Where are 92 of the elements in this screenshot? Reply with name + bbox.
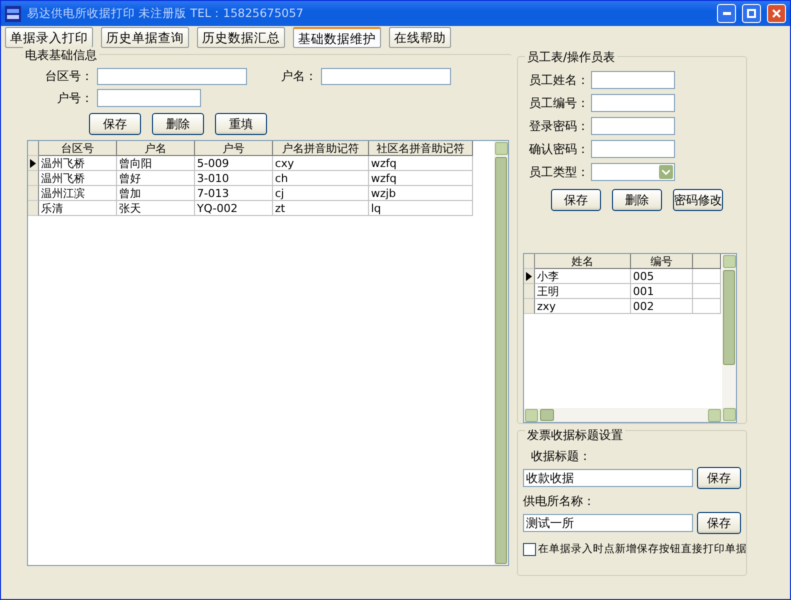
tab[interactable]: 单据录入打印 [5,27,93,48]
input-field[interactable] [591,140,675,158]
table-cell: 002 [631,299,693,314]
table-cell: wzjb [369,186,473,201]
column-header[interactable]: 台区号 [39,141,117,156]
table-cell: 温州飞桥 [39,171,117,186]
table-cell: 温州飞桥 [39,156,117,171]
table-cell [693,299,721,314]
input-field[interactable] [591,94,675,112]
action-button[interactable]: 保存 [89,113,141,135]
close-icon [772,9,781,18]
table-cell: YQ-002 [195,201,273,216]
input-field[interactable]: 测试一所 [523,514,693,532]
table-cell: lq [369,201,473,216]
tab[interactable]: 历史单据查询 [101,27,189,48]
checkbox-label: 在单据录入时点新增保存按钮直接打印单据 [538,542,747,556]
header-corner [28,141,39,156]
row-indicator[interactable] [28,156,39,171]
tab[interactable]: 历史数据汇总 [197,27,285,48]
table-cell: 5-009 [195,156,273,171]
field-label: 登录密码： [529,118,590,134]
table-cell: 温州江滨 [39,186,117,201]
table-cell: 3-010 [195,171,273,186]
tab[interactable]: 在线帮助 [389,27,451,48]
table-cell: 小李 [535,269,631,284]
column-header[interactable]: 编号 [631,254,693,269]
field-label: 员工姓名： [529,72,590,88]
tab[interactable]: 基础数据维护 [293,27,381,48]
row-indicator[interactable] [524,269,535,284]
table-cell: 曾向阳 [117,156,195,171]
column-header[interactable]: 社区名拼音助记符 [369,141,473,156]
column-header[interactable] [693,254,721,269]
field-label: 确认密码： [529,140,590,158]
action-button[interactable]: 保存 [697,512,741,534]
group-title: 电表基础信息 [23,47,99,64]
field-label: 员工编号： [529,94,590,112]
input-field[interactable] [591,71,675,89]
input-field[interactable] [591,117,675,135]
table-cell: wzfq [369,156,473,171]
column-header[interactable]: 户号 [195,141,273,156]
field-label: 户号： [57,90,93,106]
column-header[interactable]: 户名 [117,141,195,156]
vertical-scrollbar[interactable] [494,141,508,565]
input-field[interactable]: 收款收据 [523,469,693,487]
table-cell [693,284,721,299]
action-button[interactable]: 保存 [697,467,741,489]
table-cell: 乐清 [39,201,117,216]
table-cell: ch [273,171,369,186]
table-cell: 张天 [117,201,195,216]
table-cell: wzfq [369,171,473,186]
vertical-scrollbar[interactable] [722,254,736,422]
window-title: 易达供电所收据打印 未注册版 TEL：15825675057 [27,6,304,21]
input-field[interactable] [321,68,451,85]
field-label: 户名： [281,68,317,85]
table-cell: cxy [273,156,369,171]
column-header[interactable]: 户名拼音助记符 [273,141,369,156]
maximize-button[interactable] [742,4,761,23]
table-cell: 曾加 [117,186,195,201]
horizontal-scrollbar[interactable] [524,408,722,422]
group-title: 员工表/操作员表 [525,49,618,66]
app-icon [5,6,21,22]
dropdown-field[interactable] [591,163,675,181]
group-title: 发票收据标题设置 [525,427,625,444]
header-corner [524,254,535,269]
field-label: 收据标题： [531,448,592,465]
table-cell: 7-013 [195,186,273,201]
table-cell: 001 [631,284,693,299]
table-cell: zt [273,201,369,216]
table-cell [693,269,721,284]
maximize-icon [747,9,756,18]
table-cell: 005 [631,269,693,284]
field-label: 台区号： [45,68,93,85]
input-field[interactable] [97,89,201,107]
action-button[interactable]: 重填 [215,113,267,135]
minimize-icon [722,12,730,15]
field-label: 供电所名称： [523,493,596,510]
current-row-icon [526,272,532,280]
action-button[interactable]: 保存 [551,189,601,211]
current-row-icon [30,158,36,168]
action-button[interactable]: 删除 [152,113,204,135]
table-cell: 王明 [535,284,631,299]
action-button[interactable]: 密码修改 [673,189,723,211]
column-header[interactable]: 姓名 [535,254,631,269]
table-cell: zxy [535,299,631,314]
checkbox[interactable] [523,542,536,556]
table-cell: 曾好 [117,171,195,186]
input-field[interactable] [97,68,247,85]
action-button[interactable]: 删除 [612,189,662,211]
field-label: 员工类型： [529,164,590,180]
close-button[interactable] [767,4,786,23]
minimize-button[interactable] [717,4,736,23]
table-cell: cj [273,186,369,201]
